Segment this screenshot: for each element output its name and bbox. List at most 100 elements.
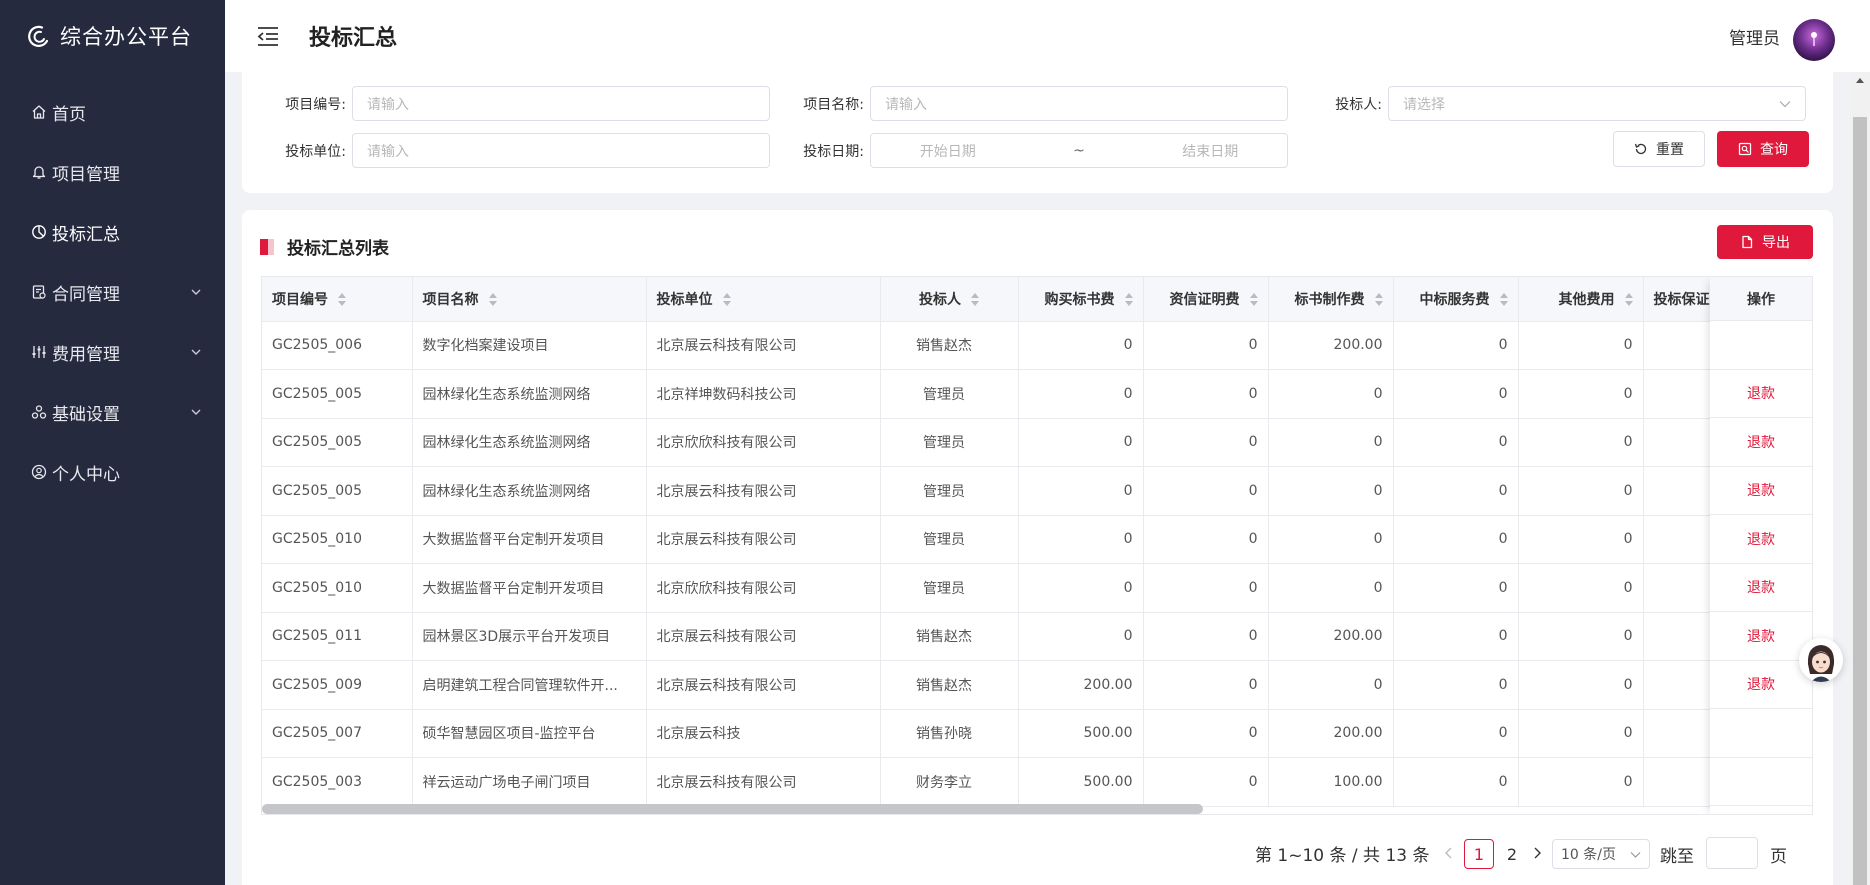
user-name[interactable]: 管理员 [1729,24,1780,49]
cell-credit-fee: 0 [1143,563,1269,613]
cell-other-fee: 0 [1518,369,1644,419]
refund-link[interactable]: 退款 [1710,612,1812,661]
assistant-avatar-button[interactable] [1799,638,1843,682]
placeholder-text: 请选择 [1403,96,1445,113]
sort-icon[interactable] [338,292,346,307]
menu-collapse-icon[interactable] [255,23,281,49]
sort-icon[interactable] [488,292,497,307]
cell-other-fee: 0 [1518,515,1644,564]
logo-icon [28,25,49,47]
reset-button[interactable]: 重置 [1613,131,1705,167]
scrollbar-thumb[interactable] [1853,117,1867,885]
export-button[interactable]: 导出 [1717,225,1813,259]
cell-bidder: 管理员 [880,563,1019,613]
cell-name: 园林景区3D展示平台开发项目 [412,612,647,661]
col-header-other-fee[interactable]: 其他费用 [1518,277,1644,322]
refund-link[interactable]: 退款 [1710,370,1812,418]
sidebar-item-home[interactable]: 首页 [0,82,225,142]
table-row: GC2505_011 园林景区3D展示平台开发项目 北京展云科技有限公司 销售赵杰 0 0… [262,612,1769,661]
table-title: 投标汇总列表 [287,239,389,259]
next-page-icon[interactable] [1532,842,1544,864]
cell-make-fee: 0 [1268,563,1394,613]
cell-make-fee: 0 [1268,418,1394,467]
sort-icon[interactable] [1249,292,1258,307]
query-button[interactable]: 查询 [1717,131,1809,167]
start-date-input[interactable]: 开始日期 [920,141,976,161]
page-size-select[interactable]: 10 条/页 [1552,839,1650,869]
sort-icon[interactable] [971,292,979,307]
col-header-credit-fee[interactable]: 资信证明费 [1143,277,1269,322]
bidder-select[interactable]: 请选择 [1388,86,1806,121]
page-scrollbar[interactable] [1850,72,1870,885]
page-number-1[interactable]: 1 [1464,839,1494,869]
col-header-service-fee[interactable]: 中标服务费 [1393,277,1519,322]
cell-service-fee: 0 [1393,612,1519,661]
avatar[interactable] [1793,19,1835,61]
cell-tender-fee: 0 [1018,563,1144,613]
jump-label: 跳至 [1660,847,1694,867]
sidebar-item-profile[interactable]: 个人中心 [0,442,225,502]
cell-unit: 北京展云科技有限公司 [646,612,881,661]
sort-icon[interactable] [722,292,731,307]
pagination-total: 第 1~10 条 / 共 13 条 [1255,846,1430,866]
brand[interactable]: 综合办公平台 [0,0,225,72]
end-date-input[interactable]: 结束日期 [1182,141,1238,161]
cell-bidder: 财务李立 [880,757,1019,807]
scroll-up-arrow-icon[interactable] [1856,78,1864,83]
sort-icon[interactable] [1624,292,1633,307]
col-header-unit[interactable]: 投标单位 [646,277,881,322]
cell-name: 祥云运动广场电子闸门项目 [412,757,647,807]
table-horizontal-scrollbar[interactable] [262,804,1203,814]
col-header-code[interactable]: 项目编号 [262,277,413,322]
project-code-input[interactable]: 请输入 [352,86,770,121]
sidebar-item-bid-summary[interactable]: 投标汇总 [0,202,225,262]
cell-code: GC2505_005 [262,418,413,467]
sidebar-item-contract[interactable]: 合同管理 [0,262,225,322]
sidebar-item-label: 项目管理 [52,164,120,185]
refund-link[interactable]: 退款 [1710,515,1812,564]
cell-other-fee: 0 [1518,612,1644,661]
cell-make-fee: 100.00 [1268,757,1394,807]
field-project-code: 项目编号: 请输入 [242,86,770,121]
cell-credit-fee: 0 [1143,321,1269,370]
refund-link [1710,709,1812,758]
cell-service-fee: 0 [1393,563,1519,613]
bid-unit-input[interactable]: 请输入 [352,133,770,168]
col-header-bidder[interactable]: 投标人 [880,277,1019,322]
sidebar-item-settings[interactable]: 基础设置 [0,382,225,442]
document-icon [30,283,48,301]
col-header-name[interactable]: 项目名称 [412,277,647,322]
cell-tender-fee: 0 [1018,466,1144,516]
page-number-2[interactable]: 2 [1497,839,1527,869]
cell-tender-fee: 0 [1018,418,1144,467]
pie-chart-icon [30,223,48,241]
col-header-tender-fee[interactable]: 购买标书费 [1018,277,1144,322]
project-name-input[interactable]: 请输入 [870,86,1288,121]
col-header-make-fee[interactable]: 标书制作费 [1268,277,1394,322]
refund-link[interactable]: 退款 [1710,564,1812,612]
cell-name: 启明建筑工程合同管理软件开... [412,660,647,710]
sidebar-item-expense[interactable]: 费用管理 [0,322,225,382]
cell-service-fee: 0 [1393,515,1519,564]
prev-page-icon[interactable] [1442,842,1454,864]
sort-icon[interactable] [1374,292,1383,307]
refund-link[interactable]: 退款 [1710,467,1812,515]
sidebar-item-project[interactable]: 项目管理 [0,142,225,202]
refund-link[interactable]: 退款 [1710,661,1812,709]
settings-cluster-icon [30,403,48,421]
sort-icon[interactable] [1124,292,1133,307]
cell-make-fee: 200.00 [1268,612,1394,661]
refund-link[interactable]: 退款 [1710,418,1812,467]
cell-unit: 北京展云科技有限公司 [646,660,881,710]
cell-other-fee: 0 [1518,709,1644,758]
cell-bidder: 销售赵杰 [880,321,1019,370]
jump-page-input[interactable] [1706,837,1758,869]
sort-icon[interactable] [1499,292,1508,307]
cell-credit-fee: 0 [1143,757,1269,807]
cell-tender-fee: 0 [1018,515,1144,564]
bid-table: 项目编号 项目名称 投标单位 投标人 购买标书费 资信证明费 标书制作费 中标服… [261,276,1813,815]
table-row: GC2505_003 祥云运动广场电子闸门项目 北京展云科技有限公司 财务李立 500.… [262,757,1769,807]
cell-code: GC2505_005 [262,466,413,516]
cell-credit-fee: 0 [1143,660,1269,710]
bid-date-range[interactable]: 开始日期 ~ 结束日期 [870,133,1288,168]
